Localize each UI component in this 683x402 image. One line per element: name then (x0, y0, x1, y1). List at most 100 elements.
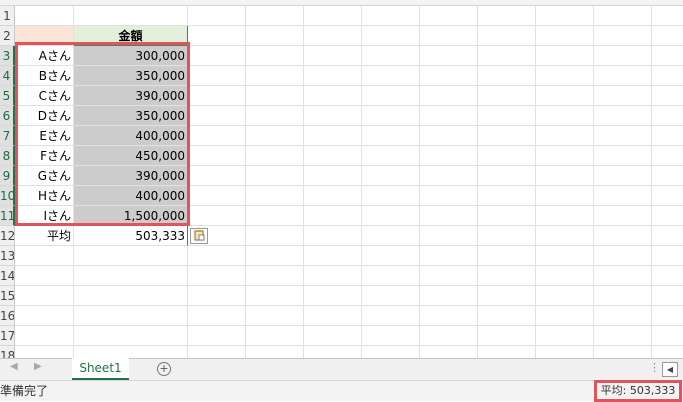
cell[interactable] (478, 306, 536, 326)
cell[interactable] (594, 306, 652, 326)
amount-cell[interactable]: 1,500,000 (74, 206, 188, 226)
row-header[interactable]: 6 (0, 106, 15, 126)
cell[interactable] (304, 26, 362, 46)
cell[interactable] (536, 166, 594, 186)
cell[interactable] (478, 126, 536, 146)
cell[interactable] (536, 266, 594, 286)
amount-cell[interactable]: 350,000 (74, 106, 188, 126)
cell[interactable] (188, 266, 246, 286)
cell[interactable] (478, 66, 536, 86)
cell[interactable] (362, 46, 420, 66)
cell[interactable] (536, 306, 594, 326)
cell[interactable] (246, 46, 304, 66)
cell[interactable] (188, 346, 246, 358)
name-cell[interactable]: Fさん (15, 146, 74, 166)
cell[interactable] (362, 146, 420, 166)
cell[interactable] (188, 186, 246, 206)
cell[interactable] (594, 6, 652, 26)
cell[interactable] (246, 226, 304, 246)
cell[interactable] (304, 346, 362, 358)
row-header[interactable]: 5 (0, 86, 15, 106)
cell[interactable] (362, 26, 420, 46)
cell[interactable] (15, 286, 74, 306)
row-header[interactable]: 7 (0, 126, 15, 146)
row-header[interactable]: 10 (0, 186, 15, 206)
cell[interactable] (594, 186, 652, 206)
cell[interactable] (420, 266, 478, 286)
cell[interactable] (362, 306, 420, 326)
cell[interactable] (594, 126, 652, 146)
name-cell[interactable]: Iさん (15, 206, 74, 226)
cell[interactable] (304, 306, 362, 326)
cell[interactable] (536, 346, 594, 358)
cell[interactable] (188, 26, 246, 46)
cell[interactable] (420, 146, 478, 166)
cell[interactable] (420, 246, 478, 266)
cell[interactable] (420, 46, 478, 66)
cell[interactable] (246, 326, 304, 346)
cell[interactable] (188, 66, 246, 86)
cell[interactable] (362, 86, 420, 106)
cell[interactable] (536, 6, 594, 26)
cell[interactable] (362, 346, 420, 358)
cell[interactable] (15, 246, 74, 266)
cell[interactable] (594, 226, 652, 246)
cell[interactable] (74, 6, 188, 26)
cell[interactable] (246, 346, 304, 358)
row-header[interactable]: 13 (0, 246, 15, 266)
cell[interactable] (478, 346, 536, 358)
cell[interactable] (246, 186, 304, 206)
cell[interactable] (536, 26, 594, 46)
cell[interactable] (652, 246, 683, 266)
cell[interactable] (15, 346, 74, 358)
cell[interactable] (420, 186, 478, 206)
row-header[interactable]: 8 (0, 146, 15, 166)
sheet-nav-next-icon[interactable]: ▶ (34, 361, 42, 372)
cell[interactable] (594, 46, 652, 66)
cell[interactable] (362, 126, 420, 146)
cell[interactable] (304, 246, 362, 266)
cell[interactable] (420, 206, 478, 226)
cell[interactable] (246, 146, 304, 166)
tab-splitter-icon[interactable]: ⋮ (649, 361, 660, 374)
cell[interactable] (536, 226, 594, 246)
cell[interactable] (594, 286, 652, 306)
cell[interactable] (362, 206, 420, 226)
row-header[interactable]: 3 (0, 46, 15, 66)
cell[interactable] (594, 246, 652, 266)
status-average[interactable]: 平均: 503,333 (594, 380, 682, 402)
cell[interactable] (304, 126, 362, 146)
cell[interactable] (478, 326, 536, 346)
cell[interactable] (536, 106, 594, 126)
cell[interactable] (420, 6, 478, 26)
row-header[interactable]: 15 (0, 286, 15, 306)
cell[interactable] (362, 246, 420, 266)
cell[interactable] (188, 106, 246, 126)
cell[interactable] (594, 146, 652, 166)
cell[interactable] (304, 106, 362, 126)
name-cell[interactable]: Hさん (15, 186, 74, 206)
name-cell[interactable]: Eさん (15, 126, 74, 146)
cell[interactable] (246, 6, 304, 26)
cell[interactable] (362, 6, 420, 26)
row-header[interactable]: 4 (0, 66, 15, 86)
cell[interactable] (478, 246, 536, 266)
cell[interactable] (478, 146, 536, 166)
amount-cell[interactable]: 300,000 (74, 46, 188, 66)
cell[interactable] (652, 26, 683, 46)
row-header[interactable]: 18 (0, 346, 15, 358)
cell[interactable] (362, 226, 420, 246)
row-header[interactable]: 12 (0, 226, 15, 246)
cell[interactable] (246, 306, 304, 326)
cell[interactable] (652, 106, 683, 126)
cell[interactable] (478, 186, 536, 206)
cell[interactable] (362, 186, 420, 206)
name-column-header-cell[interactable] (15, 26, 74, 46)
cell[interactable] (74, 266, 188, 286)
cell[interactable] (246, 86, 304, 106)
cell[interactable] (15, 306, 74, 326)
cell[interactable] (246, 66, 304, 86)
cell[interactable] (74, 346, 188, 358)
cell[interactable] (304, 226, 362, 246)
cell[interactable] (536, 46, 594, 66)
